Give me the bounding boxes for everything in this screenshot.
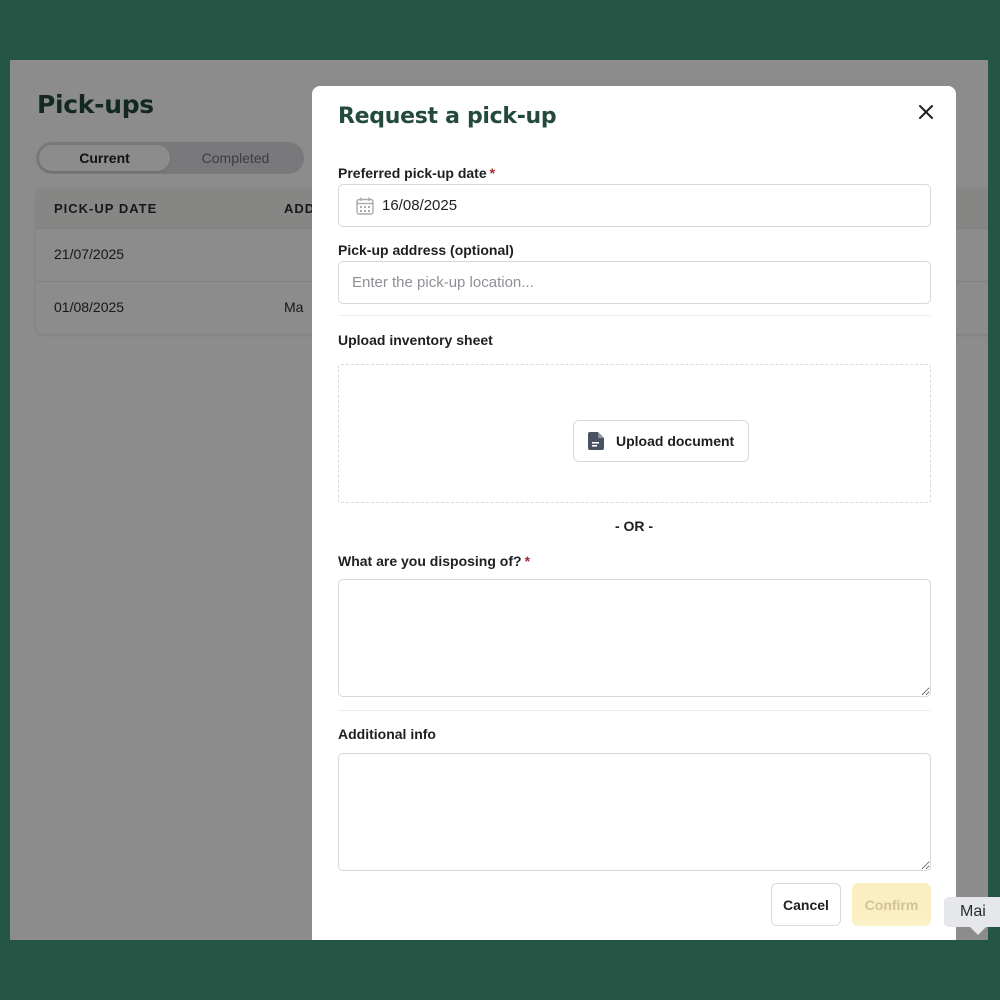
app-window: Pick-ups Current Completed PICK-UP DATE …	[10, 60, 988, 940]
disposing-textarea[interactable]	[338, 579, 931, 697]
upload-dropzone[interactable]: Upload document	[338, 364, 931, 503]
date-label: Preferred pick-up date *	[338, 165, 495, 181]
date-label-text: Preferred pick-up date	[338, 165, 487, 181]
additional-info-textarea[interactable]	[338, 753, 931, 871]
disposing-label-text: What are you disposing of?	[338, 553, 522, 569]
confirm-button[interactable]: Confirm	[852, 883, 931, 926]
or-separator: - OR -	[614, 518, 654, 534]
upload-document-button[interactable]: Upload document	[573, 420, 749, 462]
date-value: 16/08/2025	[382, 197, 458, 214]
upload-label: Upload inventory sheet	[338, 332, 493, 348]
tooltip: Mai	[944, 897, 1000, 935]
calendar-icon[interactable]	[355, 196, 375, 216]
required-mark: *	[489, 165, 496, 181]
address-label: Pick-up address (optional)	[338, 242, 514, 258]
address-field	[338, 261, 931, 304]
upload-document-label: Upload document	[616, 433, 735, 449]
date-field[interactable]: 16/08/2025	[338, 184, 931, 227]
required-mark: *	[524, 553, 531, 569]
address-input[interactable]	[339, 262, 930, 303]
close-icon[interactable]	[916, 102, 936, 122]
dialog-title: Request a pick-up	[338, 104, 557, 129]
document-icon	[588, 432, 604, 450]
request-pickup-dialog: Request a pick-up Preferred pick-up date…	[312, 86, 956, 940]
additional-info-label: Additional info	[338, 726, 436, 742]
disposing-label: What are you disposing of? *	[338, 553, 530, 569]
divider	[338, 710, 931, 711]
divider	[338, 315, 931, 316]
cancel-button[interactable]: Cancel	[771, 883, 841, 926]
